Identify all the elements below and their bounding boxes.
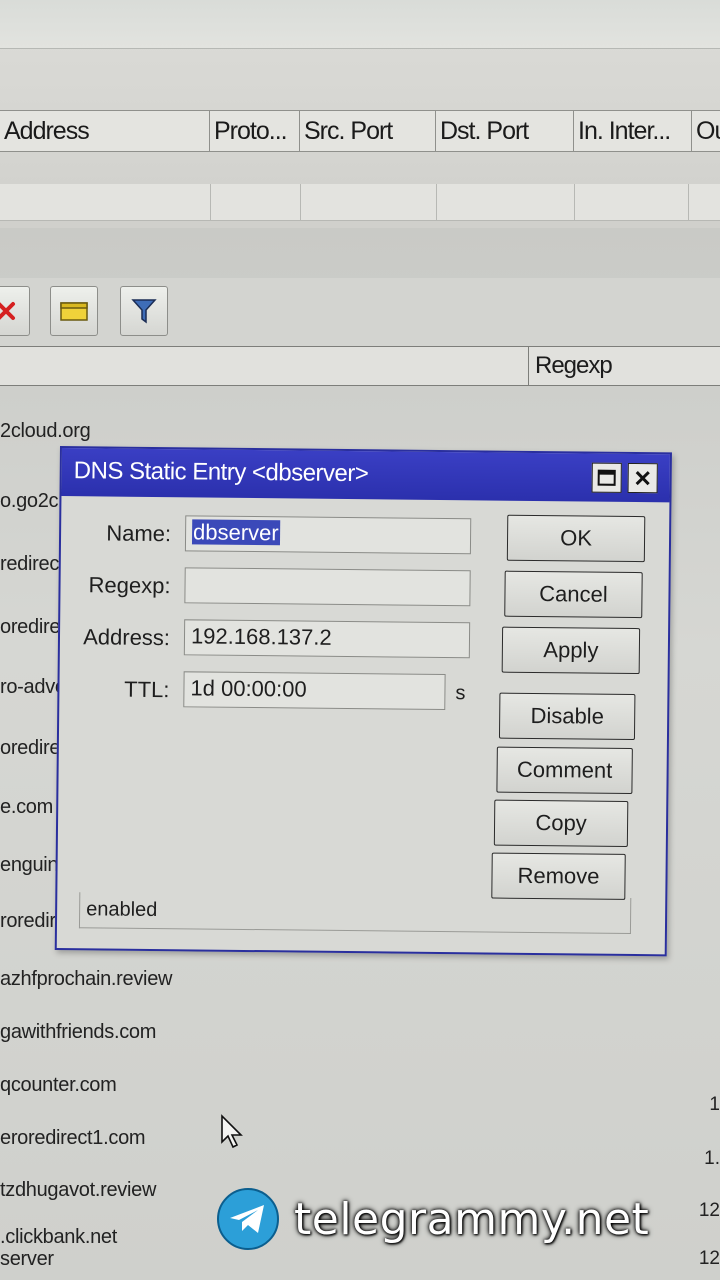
firewall-table-header: Address Proto... Src. Port Dst. Port In.… (0, 110, 720, 152)
dns-static-entry-dialog: DNS Static Entry <dbserver> Name: dbserv… (54, 446, 672, 957)
watermark: telegrammy.net (216, 1186, 649, 1252)
ok-button[interactable]: OK (506, 514, 646, 563)
col-regexp[interactable]: Regexp (528, 347, 613, 385)
cell-divider (300, 184, 301, 220)
comment-toolbar-button[interactable] (50, 286, 98, 336)
copy-button[interactable]: Copy (493, 799, 629, 847)
regexp-field[interactable] (184, 567, 471, 607)
list-item[interactable]: gawithfriends.com (0, 1021, 156, 1044)
dns-list-header: Regexp (0, 346, 720, 386)
table-row[interactable] (0, 184, 720, 221)
list-item[interactable]: azhfprochain.review (0, 968, 172, 991)
note-icon (60, 302, 88, 321)
list-item[interactable]: eroredirect1.com (0, 1127, 146, 1150)
address-field[interactable]: 192.168.137.2 (183, 619, 471, 659)
list-item[interactable]: qcounter.com (0, 1074, 117, 1097)
dns-toolbar (0, 278, 720, 348)
row-number: 12 (698, 1200, 720, 1221)
cancel-button[interactable]: Cancel (504, 570, 643, 619)
dialog-title: DNS Static Entry <dbserver> (73, 457, 369, 488)
row-number: 12 (698, 1248, 720, 1269)
dialog-titlebar[interactable]: DNS Static Entry <dbserver> (61, 448, 670, 503)
list-item[interactable]: e.com (0, 796, 53, 819)
ttl-field[interactable]: 1d 00:00:00 (183, 671, 446, 711)
row-number: 1 (709, 1094, 720, 1115)
row-number: 1. (704, 1148, 720, 1169)
close-icon (635, 470, 650, 486)
col-out-interface[interactable]: Ou (692, 111, 720, 151)
col-protocol[interactable]: Proto... (210, 111, 300, 151)
regexp-label: Regexp: (88, 572, 171, 599)
list-item[interactable]: server (0, 1248, 54, 1271)
firewall-titlebar (0, 0, 720, 49)
col-src-port[interactable]: Src. Port (300, 111, 436, 151)
disable-button[interactable]: Disable (498, 692, 636, 741)
list-item[interactable]: redirec (0, 553, 59, 576)
col-dst-port[interactable]: Dst. Port (436, 111, 574, 151)
list-item[interactable]: 2cloud.org (0, 420, 91, 443)
name-field[interactable]: dbserver (184, 515, 472, 555)
name-label: Name: (106, 520, 172, 547)
maximize-icon (597, 469, 616, 486)
ttl-label: TTL: (124, 676, 170, 703)
cell-divider (574, 184, 575, 220)
filter-button[interactable] (120, 286, 168, 336)
status-bar: enabled (78, 892, 632, 935)
remove-icon (0, 302, 15, 320)
cell-divider (688, 184, 689, 220)
maximize-button[interactable] (591, 462, 622, 493)
remove-button[interactable] (0, 286, 30, 336)
remove-entry-button[interactable]: Remove (491, 852, 626, 900)
list-item[interactable]: ro-adve (0, 676, 66, 699)
list-item[interactable]: o.go2c (0, 490, 59, 513)
list-item[interactable]: tzdhugavot.review (0, 1179, 156, 1202)
col-in-interface[interactable]: In. Inter... (574, 111, 692, 151)
telegram-icon (217, 1188, 279, 1250)
watermark-text: telegrammy.net (294, 1193, 650, 1245)
apply-button[interactable]: Apply (501, 626, 641, 675)
name-value: dbserver (191, 519, 280, 546)
cell-divider (436, 184, 437, 220)
firewall-window: Address Proto... Src. Port Dst. Port In.… (0, 0, 720, 228)
cell-divider (210, 184, 211, 220)
comment-button[interactable]: Comment (496, 746, 633, 795)
col-address[interactable]: Address (0, 111, 210, 151)
close-button[interactable] (627, 462, 658, 494)
ttl-unit: s (455, 682, 466, 705)
list-item[interactable]: .clickbank.net (0, 1226, 117, 1249)
mouse-cursor-icon (221, 1114, 243, 1149)
address-label: Address: (83, 624, 171, 651)
filter-icon (131, 299, 157, 324)
